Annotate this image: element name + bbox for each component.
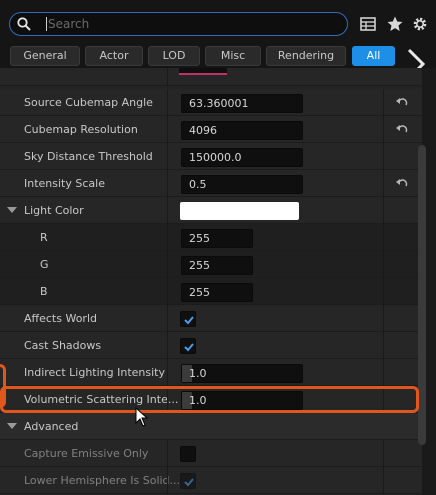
reset-to-default-icon[interactable] [395, 177, 409, 191]
affects-world-checkbox[interactable] [180, 311, 196, 327]
property-row-cast-shadows: Cast Shadows [0, 332, 422, 359]
property-label: Volumetric Scattering Inte... [24, 393, 179, 406]
capture-emissive-only-checkbox[interactable] [180, 446, 196, 462]
volumetric-scattering-intensity-slider[interactable]: 1.0 [181, 391, 303, 410]
property-label: Indirect Lighting Intensity [24, 366, 165, 379]
property-row-source-cubemap-angle: Source Cubemap Angle 63.360001 [0, 89, 422, 116]
property-row-partial [0, 68, 422, 86]
lower-hemisphere-is-solid-color-checkbox[interactable] [180, 473, 196, 489]
property-row-light-color-b: B 255 [0, 278, 422, 305]
tab-misc[interactable]: Misc [205, 46, 261, 66]
cast-shadows-checkbox[interactable] [180, 338, 196, 354]
property-label: Source Cubemap Angle [24, 96, 153, 109]
asset-browse-icons[interactable] [243, 68, 273, 69]
property-row-lower-hemisphere-is-solid-color: Lower Hemisphere Is Solid... [0, 467, 422, 494]
cubemap-resolution-field[interactable]: 4096 [181, 121, 303, 140]
property-row-sky-distance-threshold: Sky Distance Threshold 150000.0 [0, 143, 422, 170]
property-label: Intensity Scale [24, 177, 105, 190]
tab-all[interactable]: All [352, 46, 395, 66]
property-row-cubemap-resolution: Cubemap Resolution 4096 [0, 116, 422, 143]
property-row-capture-emissive-only: Capture Emissive Only [0, 440, 422, 467]
light-color-r-field[interactable]: 255 [181, 229, 253, 248]
property-row-light-color-g: G 255 [0, 251, 422, 278]
details-toolbar [0, 0, 436, 46]
details-panel: Source Cubemap Angle 63.360001 Cubemap R… [0, 68, 422, 495]
mouse-cursor-icon [135, 407, 149, 427]
reset-to-default-icon[interactable] [395, 123, 409, 137]
property-label: Lower Hemisphere Is Solid... [24, 474, 181, 487]
category-tabs: General Actor LOD Misc Rendering All [0, 46, 436, 68]
search-input[interactable] [48, 14, 338, 34]
checkmark-icon [184, 478, 194, 487]
property-label: Cast Shadows [24, 339, 102, 352]
property-row-indirect-lighting-intensity: Indirect Lighting Intensity 1.0 [0, 359, 422, 386]
intensity-scale-field[interactable]: 0.5 [181, 175, 303, 194]
settings-gear-icon[interactable] [411, 15, 429, 33]
property-label: Cubemap Resolution [24, 123, 138, 136]
property-row-intensity-scale: Intensity Scale 0.5 [0, 170, 422, 197]
property-label: Affects World [24, 312, 97, 325]
property-row-light-color[interactable]: Light Color [0, 197, 422, 224]
expand-arrow-icon[interactable] [7, 423, 17, 429]
property-label: Light Color [24, 204, 84, 217]
grid-view-icon[interactable] [359, 15, 377, 33]
star-icon[interactable] [386, 15, 404, 33]
property-label: R [40, 231, 48, 244]
category-label: Advanced [24, 420, 79, 433]
sky-distance-threshold-field[interactable]: 150000.0 [181, 148, 303, 167]
property-label: B [40, 285, 48, 298]
light-color-b-field[interactable]: 255 [181, 283, 253, 302]
property-row-volumetric-scattering-intensity: Volumetric Scattering Inte... 1.0 [0, 386, 422, 413]
search-icon [17, 17, 31, 31]
cubemap-slot[interactable] [179, 68, 227, 75]
checkmark-icon [184, 316, 194, 325]
highlight-annotation-edge [0, 364, 6, 408]
tab-general[interactable]: General [10, 46, 80, 66]
property-label: Sky Distance Threshold [24, 150, 153, 163]
tab-lod[interactable]: LOD [148, 46, 200, 66]
property-label: Capture Emissive Only [24, 447, 149, 460]
category-advanced[interactable]: Advanced [0, 413, 422, 440]
tab-actor[interactable]: Actor [85, 46, 143, 66]
search-box[interactable] [9, 12, 348, 36]
tab-rendering[interactable]: Rendering [266, 46, 346, 66]
property-label: G [40, 258, 49, 271]
light-color-swatch[interactable] [180, 202, 299, 220]
scrollbar-thumb[interactable] [418, 145, 426, 445]
checkmark-icon [184, 343, 194, 352]
source-cubemap-angle-field[interactable]: 63.360001 [181, 94, 303, 113]
light-color-g-field[interactable]: 255 [181, 256, 253, 275]
reset-to-default-icon[interactable] [395, 96, 409, 110]
property-row-light-color-r: R 255 [0, 224, 422, 251]
text-caret [46, 17, 47, 31]
property-row-affects-world: Affects World [0, 305, 422, 332]
indirect-lighting-intensity-slider[interactable]: 1.0 [181, 364, 303, 383]
expand-arrow-icon[interactable] [7, 207, 17, 213]
